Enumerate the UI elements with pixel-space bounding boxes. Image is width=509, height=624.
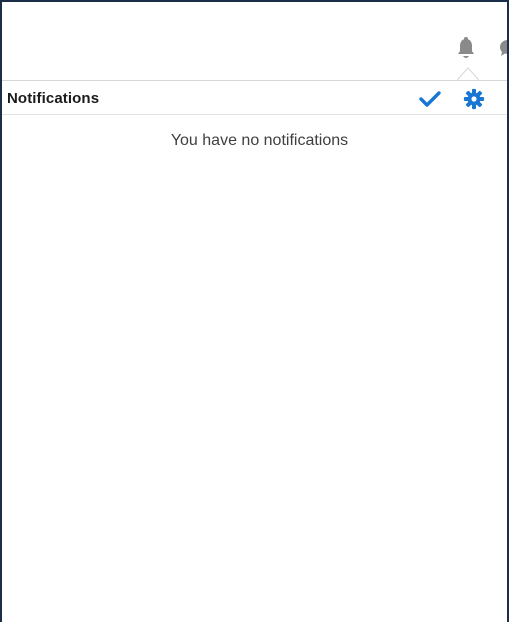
checkmark-icon[interactable]: [418, 89, 442, 109]
empty-state-message: You have no notifications: [170, 132, 349, 149]
popover-caret-icon: [456, 65, 480, 81]
chat-icon[interactable]: [498, 38, 507, 58]
gear-icon[interactable]: [463, 88, 485, 110]
panel-title: Notifications: [7, 90, 100, 107]
bell-icon[interactable]: [455, 37, 477, 61]
notifications-frame: Notifications You have no notifications: [0, 0, 509, 624]
notifications-panel: Notifications You have no notifications: [2, 80, 507, 624]
panel-header: Notifications: [2, 81, 507, 115]
top-bar: [2, 2, 507, 81]
